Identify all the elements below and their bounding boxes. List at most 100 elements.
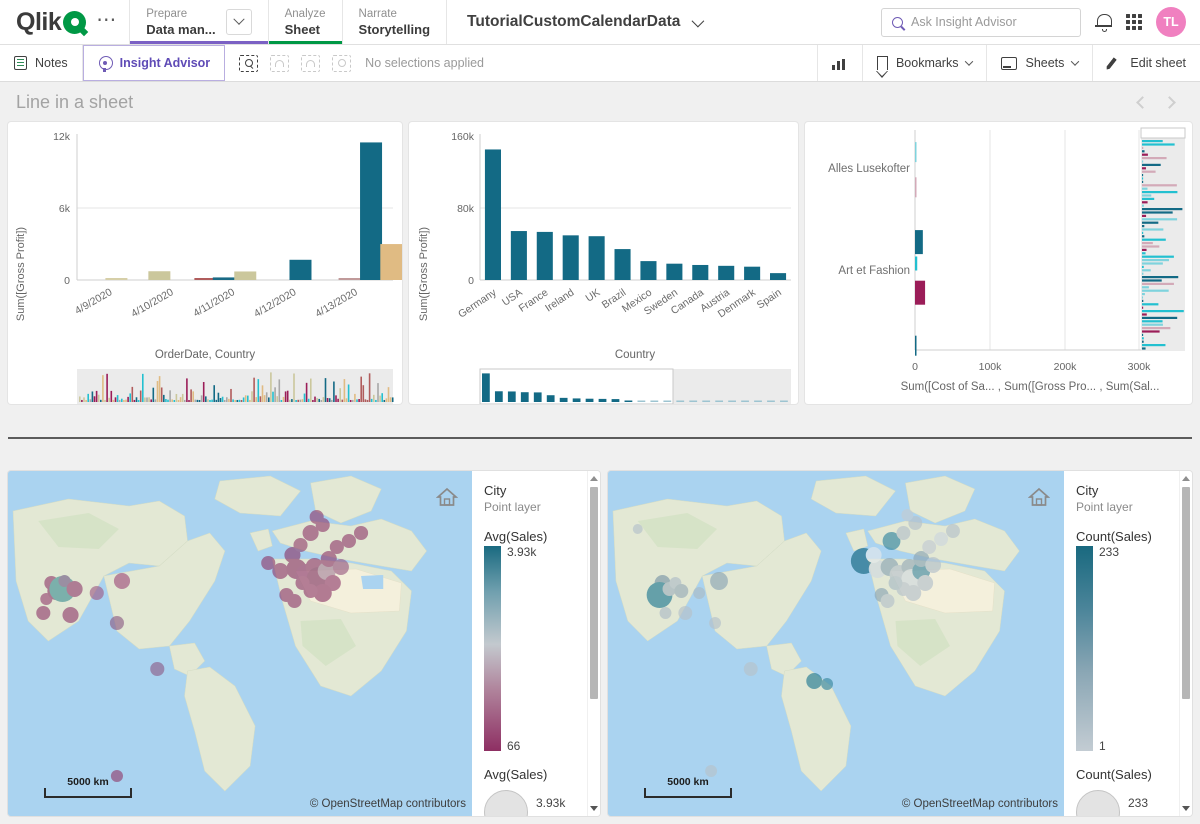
map-1-legend-scrollbar[interactable] <box>587 471 600 816</box>
avatar[interactable]: TL <box>1156 7 1186 37</box>
map-2-view[interactable]: 5000 km © OpenStreetMap contributors <box>608 471 1064 816</box>
scroll-up-icon[interactable] <box>590 476 598 481</box>
chart-3-bar[interactable] <box>914 230 923 255</box>
chart-1-bar[interactable] <box>289 259 312 280</box>
chevron-left-icon[interactable] <box>1136 95 1149 109</box>
chart-1-xtick: 4/11/2020 <box>191 286 237 319</box>
chart-1-bar[interactable] <box>338 278 361 280</box>
map-row: 5000 km © OpenStreetMap contributors Cit… <box>0 471 1200 816</box>
chart-1-minimap-bar <box>385 398 388 402</box>
scroll-down-icon[interactable] <box>590 806 598 811</box>
scroll-down-icon[interactable] <box>1182 806 1190 811</box>
chart-customer-measures[interactable]: Alles Lusekofter Art et Fashion 0 100k 2… <box>804 122 1192 404</box>
charts-panel-button[interactable] <box>816 45 863 81</box>
chart-2-bar[interactable] <box>562 235 579 280</box>
chart-1-minimap-bar <box>274 387 276 402</box>
bookmarks-button[interactable]: Bookmarks <box>863 45 988 81</box>
map-1-points[interactable] <box>8 471 472 816</box>
prepare-dropdown-button[interactable] <box>225 9 252 35</box>
chart-1-scrollbar[interactable] <box>77 369 393 404</box>
chart-1-minimap-bar <box>312 399 314 402</box>
clear-selections-icon[interactable] <box>332 54 352 72</box>
chart-1-bar[interactable] <box>380 244 402 280</box>
chart-country[interactable]: Sum([Gross Profit]) 160k 80k 0 Germany US… <box>408 122 798 404</box>
nav-analyze-sheet[interactable]: Analyze Sheet <box>267 0 342 44</box>
chart-1-minimap-bar <box>360 376 362 402</box>
app-launcher-grid-icon[interactable] <box>1126 14 1142 30</box>
nav-narrate-storytelling[interactable]: Narrate Storytelling <box>341 0 447 44</box>
chart-2-bar[interactable] <box>769 273 787 280</box>
map-2-color-max: 233 <box>1099 545 1120 559</box>
chart-2-minimap-bar <box>663 400 672 402</box>
chart-3-bars[interactable] <box>914 142 926 356</box>
map-2-legend-scrollbar[interactable] <box>1179 471 1192 816</box>
map-count-sales[interactable]: 5000 km © OpenStreetMap contributors Cit… <box>608 471 1192 816</box>
home-icon[interactable] <box>1028 487 1050 507</box>
chart-1-bar[interactable] <box>360 142 383 280</box>
nav-prepare-sublabel: Prepare <box>146 7 188 20</box>
chart-3-scrollbar-thumb[interactable] <box>1140 127 1186 139</box>
chart-2-bar[interactable] <box>588 236 605 280</box>
scroll-up-icon[interactable] <box>1182 476 1190 481</box>
chart-1-minimap-bar <box>322 397 325 402</box>
chart-1-bar[interactable] <box>234 271 257 280</box>
chart-2-bars[interactable] <box>484 149 787 280</box>
chart-1-minimap-bar <box>160 387 163 402</box>
chart-3-bar[interactable] <box>914 280 926 305</box>
chart-2-bar[interactable] <box>536 231 553 280</box>
chart-2-bar[interactable] <box>640 261 657 280</box>
chart-1-bar[interactable] <box>105 278 128 280</box>
scroll-thumb[interactable] <box>1182 487 1190 699</box>
chart-1-minimap-bar <box>156 381 159 402</box>
chart-3-minimap-bar <box>1141 225 1145 228</box>
qlik-logo[interactable]: Qlik <box>16 8 87 37</box>
selection-search-icon[interactable] <box>239 54 259 72</box>
chart-1-minimap-bar <box>223 399 226 402</box>
chart-1-minimap-bar <box>358 399 360 402</box>
map-1-view[interactable]: 5000 km © OpenStreetMap contributors <box>8 471 472 816</box>
home-icon[interactable] <box>436 487 458 507</box>
redo-icon[interactable] <box>301 54 321 72</box>
chart-1-minimap-bar <box>362 385 365 402</box>
chart-3-minimap-bar <box>1141 248 1147 251</box>
map-avg-sales[interactable]: 5000 km © OpenStreetMap contributors Cit… <box>8 471 600 816</box>
chart-3-minimap-bar <box>1141 272 1144 275</box>
nav-prepare-data-manager[interactable]: Prepare Data man... <box>129 0 268 44</box>
chart-3-minimap-bar <box>1141 194 1152 197</box>
chart-2-bar[interactable] <box>510 231 527 280</box>
chart-3-bar[interactable] <box>914 177 917 198</box>
search-input[interactable] <box>911 15 1070 29</box>
sheets-button[interactable]: Sheets <box>987 45 1094 81</box>
chart-1-minimap-bar <box>278 379 281 402</box>
insight-advisor-button[interactable]: Insight Advisor <box>82 45 226 81</box>
edit-sheet-button[interactable]: Edit sheet <box>1093 45 1200 81</box>
nav-analyze-label: Sheet <box>284 21 321 37</box>
app-title-dropdown[interactable]: TutorialCustomCalendarData <box>446 0 721 44</box>
map-2-points[interactable] <box>608 471 1064 816</box>
map-2-color-gradient: 233 1 <box>1076 545 1179 753</box>
chart-2-bar[interactable] <box>666 263 683 280</box>
notification-bell-icon[interactable] <box>1095 13 1112 32</box>
notes-button[interactable]: Notes <box>0 45 83 81</box>
chart-1-minimap-bar <box>175 393 178 402</box>
chart-2-bar[interactable] <box>484 149 501 280</box>
chart-1-bar[interactable] <box>148 271 171 280</box>
chart-2-bar[interactable] <box>718 265 735 280</box>
map-2-gradient-labels: 233 1 <box>1099 545 1179 753</box>
chart-3-bar[interactable] <box>914 256 918 271</box>
chart-1-bars[interactable] <box>105 142 402 280</box>
scroll-thumb[interactable] <box>590 487 598 699</box>
insight-advisor-search[interactable] <box>881 7 1081 37</box>
undo-icon[interactable] <box>270 54 290 72</box>
ellipsis-icon[interactable]: ⋯ <box>96 7 117 38</box>
chart-2-bar[interactable] <box>614 249 631 280</box>
chart-2-bar[interactable] <box>744 266 761 280</box>
chart-3-bar[interactable] <box>914 142 917 163</box>
chart-3-minimap-bar <box>1141 180 1144 183</box>
chart-1-bar[interactable] <box>212 277 235 280</box>
chevron-right-icon[interactable] <box>1163 95 1176 109</box>
chart-2-bar[interactable] <box>692 264 709 280</box>
chart-2-minimap-bar <box>767 400 775 402</box>
chart-orderdate-country[interactable]: Sum([Gross Profit]) 12k 6k 0 4/9/2020 4/1… <box>8 122 402 404</box>
chart-3-bar[interactable] <box>914 335 917 356</box>
